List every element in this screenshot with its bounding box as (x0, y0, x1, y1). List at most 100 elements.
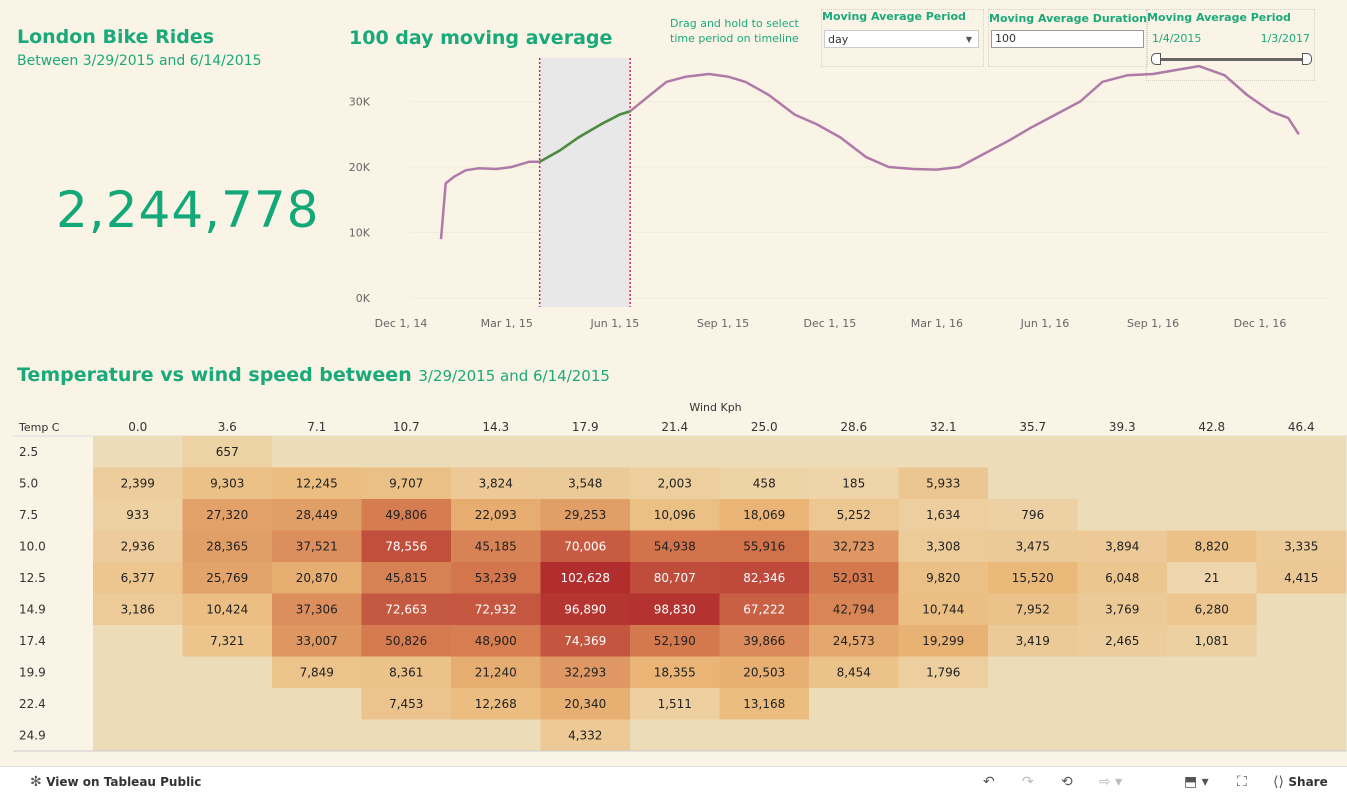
x-tick-label: Dec 1, 15 (804, 317, 857, 330)
heatmap-cell-value: 33,007 (296, 634, 338, 648)
heatmap-cell (1256, 625, 1347, 657)
share-button[interactable]: ⟨⟩ Share (1273, 774, 1328, 790)
heatmap-cell-value: 3,824 (479, 476, 513, 490)
period-dropdown[interactable]: day ▼ (824, 30, 979, 48)
temperature-wind-heatmap[interactable]: Wind Kph Temp C 0.0 3.6 7.1 10.7 14.3 17.9 21.4 2… (13, 396, 1347, 756)
heatmap-row-label: 10.0 (19, 539, 46, 553)
heatmap-column-label: 39.3 (1109, 420, 1136, 434)
heatmap-cell-value: 7,321 (210, 634, 244, 648)
view-on-tableau-button[interactable]: ✻ View on Tableau Public (30, 774, 201, 790)
share-label: Share (1288, 775, 1328, 789)
duration-filter-label: Moving Average Duration (989, 12, 1147, 25)
heatmap-x-axis-title: Wind Kph (689, 401, 741, 414)
heatmap-cell-value: 10,744 (922, 602, 964, 616)
heatmap-cell-value: 3,186 (121, 602, 155, 616)
period-filter-label: Moving Average Period (822, 10, 966, 23)
heatmap-cell-value: 6,048 (1105, 571, 1139, 585)
heatmap-cell (361, 436, 452, 468)
heatmap-cell-value: 82,346 (743, 571, 785, 585)
heatmap-cell-value: 52,190 (654, 634, 696, 648)
heatmap-cell-value: 657 (216, 445, 239, 459)
revert-icon[interactable]: ⟲ (1061, 774, 1073, 790)
heatmap-cell-value: 933 (126, 508, 149, 522)
heatmap-cell (1167, 719, 1257, 752)
heatmap-cell-value: 80,707 (654, 571, 696, 585)
heatmap-cell-value: 2,003 (658, 476, 692, 490)
duration-input[interactable]: 100 (991, 30, 1144, 48)
heatmap-cell-value: 32,723 (833, 539, 875, 553)
heatmap-cell-value: 52,031 (833, 571, 875, 585)
heatmap-row-label: 24.9 (19, 728, 46, 742)
refresh-icon[interactable]: ⇨ ▾ (1099, 774, 1122, 790)
bottom-toolbar: ✻ View on Tableau Public ↶ ↷ ⟲ ⇨ ▾ ⬒ ▾ ⛶… (0, 766, 1347, 798)
range-end-label: 1/3/2017 (1260, 32, 1310, 45)
heatmap-cell-value: 13,168 (743, 697, 785, 711)
heatmap-cell (93, 688, 183, 720)
heatmap-cell (540, 436, 631, 468)
heatmap-cell (1256, 688, 1347, 720)
heatmap-cell-value: 72,663 (385, 602, 427, 616)
heatmap-cell-value: 3,769 (1105, 602, 1139, 616)
heatmap-cell-value: 21 (1204, 571, 1219, 585)
heatmap-cell-value: 10,096 (654, 508, 696, 522)
heatmap-cell-value: 9,820 (926, 571, 960, 585)
heatmap-cell-value: 18,069 (743, 508, 785, 522)
view-on-tableau-label: View on Tableau Public (46, 775, 202, 789)
heatmap-cell-value: 2,465 (1105, 634, 1139, 648)
download-icon[interactable]: ⬒ ▾ (1184, 774, 1209, 790)
heatmap-cell-value: 54,938 (654, 539, 696, 553)
undo-icon[interactable]: ↶ (983, 774, 995, 790)
selection-band (539, 58, 631, 307)
heatmap-cell (182, 719, 273, 752)
heatmap-cell-value: 49,806 (385, 508, 427, 522)
range-filter-label: Moving Average Period (1147, 11, 1291, 24)
share-icon: ⟨⟩ (1273, 774, 1284, 790)
heatmap-cell (809, 436, 899, 468)
heatmap-cell-value: 19,299 (922, 634, 964, 648)
heatmap-cell (1077, 719, 1168, 752)
heatmap-column-label: 28.6 (840, 420, 867, 434)
heatmap-cell-value: 6,280 (1195, 602, 1229, 616)
heatmap-cell-value: 15,520 (1012, 571, 1054, 585)
heatmap-cell (93, 656, 183, 689)
heatmap-cell-value: 5,933 (926, 476, 960, 490)
heatmap-cell (93, 625, 183, 657)
heatmap-cell-value: 98,830 (654, 602, 696, 616)
fullscreen-icon[interactable]: ⛶ (1237, 774, 1247, 790)
heatmap-cell-value: 2,399 (121, 476, 155, 490)
heatmap-cell-value: 37,521 (296, 539, 338, 553)
heatmap-cell-value: 3,308 (926, 539, 960, 553)
heatmap-cell (988, 656, 1078, 689)
x-tick-label: Sep 1, 15 (697, 317, 749, 330)
heatmap-cell-value: 70,006 (564, 539, 606, 553)
heatmap-cell-value: 67,222 (743, 602, 785, 616)
heatmap-column-label: 17.9 (572, 420, 599, 434)
heatmap-cell-value: 796 (1021, 508, 1044, 522)
heatmap-cell-value: 7,952 (1016, 602, 1050, 616)
heatmap-cell-value: 37,306 (296, 602, 338, 616)
y-tick-label: 0K (356, 292, 371, 305)
moving-average-chart[interactable]: 0K 10K 20K 30K Dec 1, 14 Mar 1, 15 Jun 1, 15 Se… (340, 50, 1340, 340)
range-start-label: 1/4/2015 (1152, 32, 1202, 45)
redo-icon[interactable]: ↷ (1022, 774, 1034, 790)
heatmap-cell-value: 12,245 (296, 476, 338, 490)
heatmap-cell (1077, 688, 1168, 720)
heatmap-cell (1167, 467, 1257, 500)
heatmap-row-label: 2.5 (19, 445, 38, 459)
heatmap-cell-value: 53,239 (475, 571, 517, 585)
heatmap-cell-value: 458 (753, 476, 776, 490)
heatmap-row-label: 14.9 (19, 602, 46, 616)
dashboard-title: London Bike Rides (17, 26, 215, 48)
heatmap-cell (1167, 499, 1257, 531)
heatmap-cell-value: 32,293 (564, 665, 606, 679)
heatmap-cell-value: 74,369 (564, 634, 606, 648)
heatmap-cell (1256, 467, 1347, 500)
heatmap-column-label: 10.7 (393, 420, 420, 434)
heatmap-column-label: 32.1 (930, 420, 957, 434)
heatmap-cell-value: 185 (842, 476, 865, 490)
x-tick-label: Sep 1, 16 (1127, 317, 1179, 330)
heatmap-cell-value: 4,415 (1284, 571, 1318, 585)
heatmap-cell-value: 4,332 (568, 728, 602, 742)
heatmap-title: Temperature vs wind speed between 3/29/2… (17, 364, 610, 386)
heatmap-cell (1077, 499, 1168, 531)
